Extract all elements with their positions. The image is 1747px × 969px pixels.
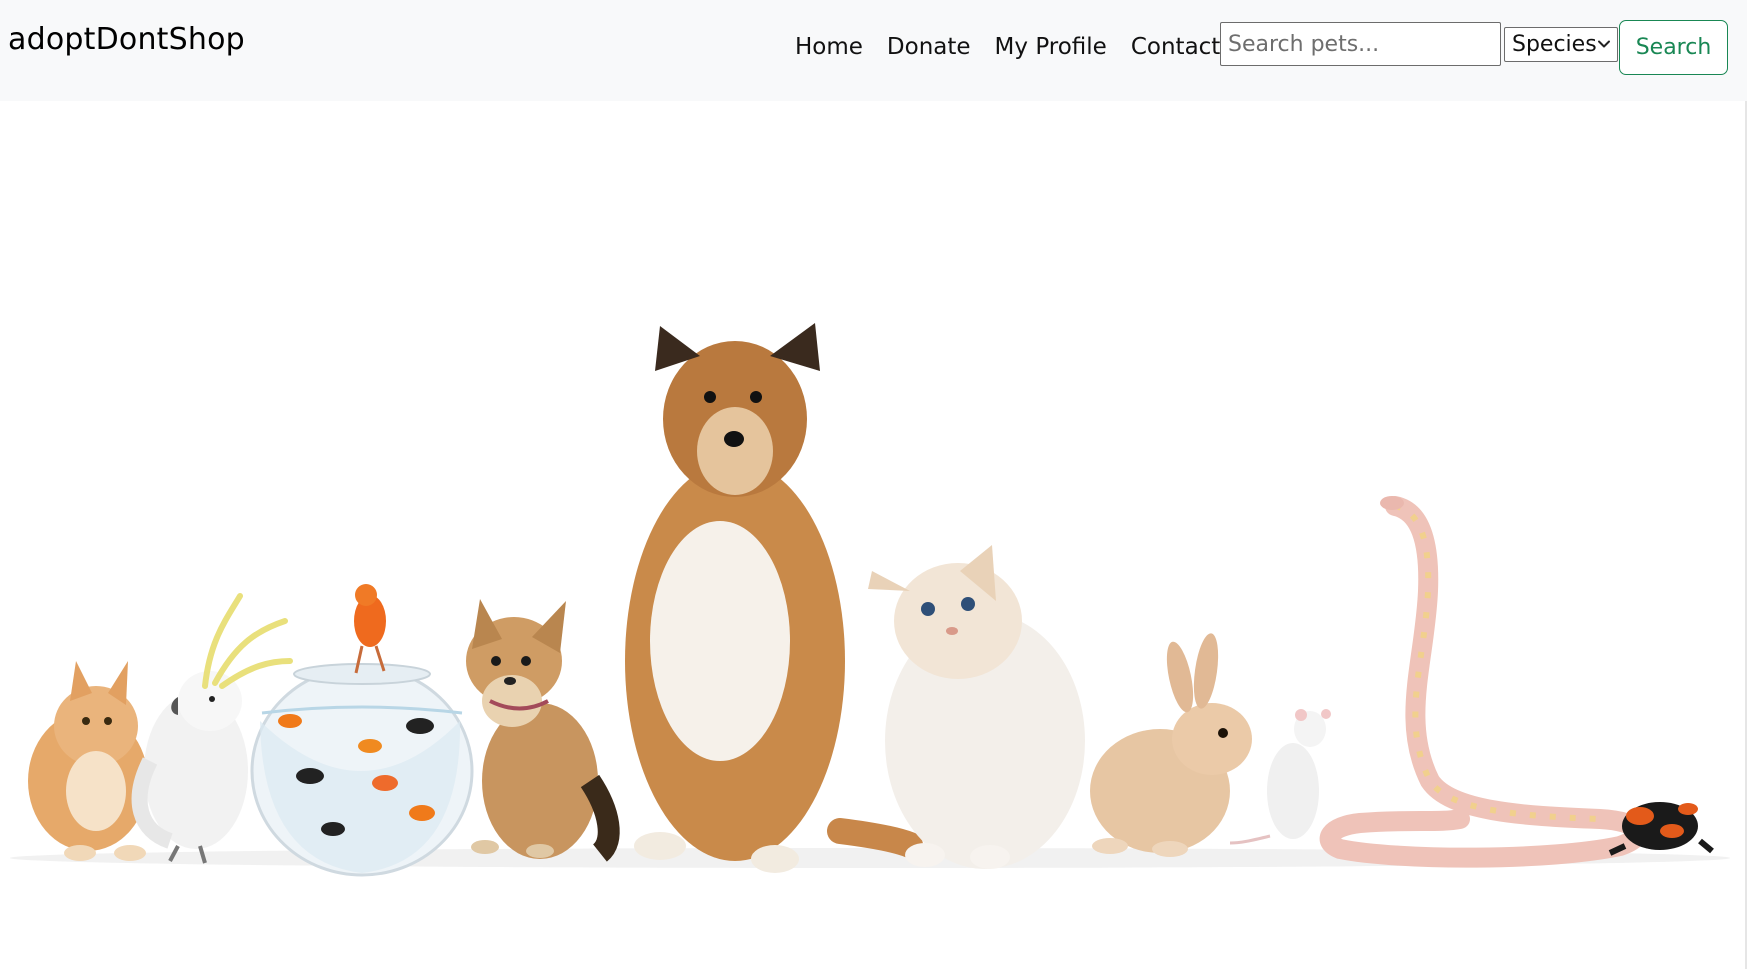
nav-link-donate[interactable]: Donate: [887, 34, 971, 60]
brand-link[interactable]: adoptDontShop: [8, 22, 245, 57]
sheltie-dog-image: [625, 323, 923, 873]
nav-link-my-profile[interactable]: My Profile: [995, 34, 1107, 60]
species-select[interactable]: Species: [1504, 27, 1618, 62]
nav-link-home[interactable]: Home: [795, 34, 863, 60]
navbar: adoptDontShop Home Donate My Profile Con…: [0, 0, 1747, 101]
search-button[interactable]: Search: [1619, 20, 1728, 75]
search-input[interactable]: [1220, 22, 1501, 66]
snake-image: [1319, 496, 1648, 868]
cat-image: [868, 545, 1085, 869]
fishbowl-image: [250, 663, 474, 877]
canary-image: [354, 584, 386, 674]
species-select-value: Species: [1512, 32, 1597, 57]
nav-link-contact[interactable]: Contact: [1131, 34, 1220, 60]
chihuahua-image: [466, 599, 620, 862]
chevron-down-icon: [1598, 40, 1610, 48]
nav-links: Home Donate My Profile Contact: [795, 34, 1220, 60]
pets-group-illustration: [10, 323, 1730, 877]
kitten-image: [28, 661, 148, 861]
hero-image: [0, 101, 1745, 969]
rabbit-image: [1090, 633, 1252, 857]
